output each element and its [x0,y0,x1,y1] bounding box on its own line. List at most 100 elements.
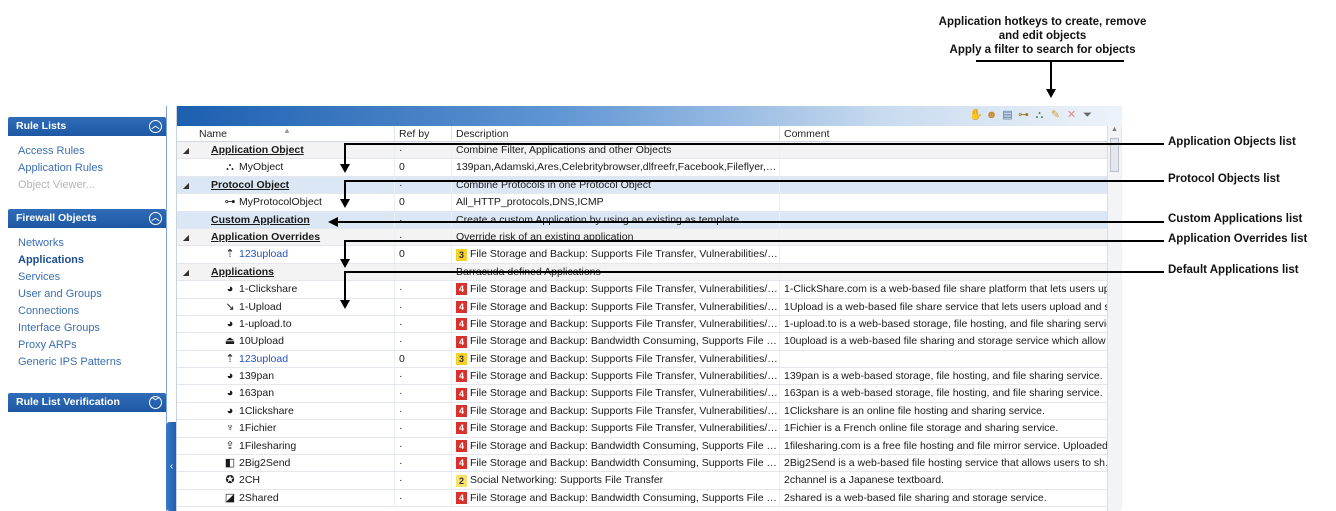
scroll-thumb[interactable] [1110,138,1119,172]
app-icon: ♆ [225,422,235,435]
expand-arrow-icon[interactable]: ◢ [177,229,195,245]
group-row[interactable]: ◢ Application Overrides · Override risk of … [177,228,1122,247]
row-gutter [177,281,195,297]
app-icon: ◧ [224,457,236,470]
new-object-icon[interactable]: ✋ [969,109,983,122]
column-header-description[interactable]: Description [452,126,780,141]
table-row[interactable]: ⛬ MyObject 0 139pan,Adamski,Ares,Celebrityb… [177,159,1122,177]
app-icon: ↘ [225,300,235,313]
table-row[interactable]: ↘ 1-Upload · 4 File Storage and Backup: Supp… [177,298,1122,316]
row-gutter [177,351,195,367]
filter-icon[interactable]: ⏷ [1081,109,1094,122]
table-row[interactable]: ⊶ MyProtocolObject 0 All_HTTP_protocols,DNS… [177,194,1122,212]
name-cell: ⇪ 1Filesharing [195,437,395,455]
column-header-comment[interactable]: Comment [780,126,1122,141]
description-cell: 3 File Storage and Backup: Supports File … [452,350,780,368]
expand-arrow-icon[interactable]: ◢ [177,177,195,193]
group-row[interactable]: Custom Application · Create a custom Appli… [177,211,1122,229]
sidebar-item-applications[interactable]: Applications [18,252,166,269]
description-text: Barracuda defined Applications [456,265,601,278]
risk-badge: 4 [456,335,467,348]
group-row[interactable]: ◢ Protocol Object · Combine Protocols in on… [177,176,1122,195]
table-row[interactable]: ♆ 1Fichier · 4 File Storage and Backup: Supp… [177,420,1122,438]
comment-cell: 1Clickshare is an online file hosting an… [780,402,1122,420]
sidebar-item-services[interactable]: Services [18,269,166,286]
name-cell: ◕ 1-Clickshare [195,281,395,298]
sidebar-item-interface-groups[interactable]: Interface Groups [18,320,166,337]
table-row[interactable]: ⇡ 123upload 0 3 File Storage and Backup: Sup… [177,246,1122,264]
app-icon: ⇡ [225,352,235,365]
table-row[interactable]: ◧ 2Big2Send · 4 File Storage and Backup: Ban… [177,455,1122,473]
table-row[interactable]: ◕ 1-upload.to · 4 File Storage and Backup: S… [177,315,1122,334]
user-object-icon[interactable]: ☻ [985,109,998,122]
expand-down-icon[interactable]: ﹀ [149,396,162,409]
sidebar-item-access-rules[interactable]: Access Rules [18,143,166,160]
callout-line: Apply a filter to search for objects [949,44,1136,56]
name-text: Application Object [211,144,304,156]
app-icon: ◕ [226,317,234,330]
rule-list-verification-header[interactable]: Rule List Verification ﹀ [8,393,166,412]
table-icon[interactable]: ▤ [1001,109,1014,122]
rule-lists-header[interactable]: Rule Lists ︿ [8,117,166,136]
table-row[interactable]: ⇡ 123upload 0 3 File Storage and Backup: Sup… [177,350,1122,369]
collapse-up-icon[interactable]: ︿ [149,212,162,225]
expand-arrow-icon[interactable] [177,212,195,228]
collapse-up-icon[interactable]: ︿ [149,120,162,133]
vertical-scrollbar[interactable]: ▲ [1107,126,1121,511]
name-cell: Applications [195,263,395,281]
description-text: File Storage and Backup: Supports File T… [470,283,780,296]
column-header-name[interactable]: Name [195,126,395,141]
sidebar-item-proxy-arps[interactable]: Proxy ARPs [18,337,166,354]
table-row[interactable]: ⇪ 1Filesharing · 4 File Storage and Backup: … [177,437,1122,456]
expand-arrow-icon[interactable]: ◢ [177,264,195,280]
table-row[interactable]: ⏏ 10Upload · 4 File Storage and Backup: Band… [177,333,1122,351]
description-cell: 4 File Storage and Backup: Bandwidth Cons… [452,333,780,350]
scroll-up-icon[interactable]: ▲ [1111,126,1118,133]
table-row[interactable]: ◕ 1-Clickshare · 4 File Storage and Backup: … [177,281,1122,299]
table-row[interactable]: ◕ 1Clickshare · 4 File Storage and Backup: S… [177,402,1122,421]
name-text: Protocol Object [211,178,290,191]
name-cell: ◕ 1-upload.to [195,315,395,333]
edit-pencil-icon[interactable]: ✎ [1049,109,1062,122]
expand-arrow-icon[interactable]: ◢ [177,142,195,158]
application-hotkeys-toolbar: ✋ ☻ ▤ ⊶ ⛬ ✎ ✕ ⏷ [969,109,1094,122]
callout-arrow-head [1046,89,1056,98]
firewall-objects-header[interactable]: Firewall Objects ︿ [8,209,166,228]
sort-ascending-icon: ▲ [283,126,291,135]
description-text: Combine Filter, Applications and other O… [456,144,672,156]
name-text: 1Fichier [239,422,277,435]
name-text: 1-Clickshare [239,283,298,296]
hotkeys-callout: Application hotkeys to create, remove an… [890,15,1195,57]
app-icon: ⏏ [224,335,236,348]
sidebar-item-application-rules[interactable]: Application Rules [18,160,166,177]
group-icon[interactable]: ⛬ [1033,109,1046,122]
name-text: 1Filesharing [239,439,297,452]
table-row[interactable]: ✪ 2CH · 2 Social Networking: Supports File T… [177,472,1122,490]
sidebar-item-generic-ips-patterns[interactable]: Generic IPS Patterns [18,354,166,371]
sidebar-item-connections[interactable]: Connections [18,303,166,320]
table-row[interactable]: ◕ 163pan · 4 File Storage and Backup: Suppor… [177,385,1122,403]
comment-cell [780,350,1122,368]
description-text: File Storage and Backup: Supports File T… [470,404,780,417]
app-icon: ⊶ [224,196,236,209]
comment-cell: 2shared is a web-based file sharing and … [780,489,1122,507]
risk-badge: 4 [456,439,467,452]
name-cell: ◕ 163pan [195,385,395,402]
name-text: 123upload [239,352,289,365]
custom-apps-callout: Custom Applications list [1168,213,1303,225]
table-row[interactable]: ◕ 139pan · 4 File Storage and Backup: Suppor… [177,368,1122,386]
column-header-ref-by[interactable]: Ref by [395,126,452,141]
group-row[interactable]: ◢ Applications · Barracuda defined Applicat… [177,263,1122,282]
group-row[interactable]: ◢ Application Object · Combine Filter, Appl… [177,142,1122,160]
comment-cell: 10upload is a web-based file sharing and… [780,333,1122,350]
grid-rows: ◢ Application Object · Combine Filter, Appl… [177,142,1122,508]
name-text: 10Upload [239,335,284,348]
sidebar-item-user-and-groups[interactable]: User and Groups [18,286,166,303]
comment-cell: 2channel is a Japanese textboard. [780,472,1122,489]
name-cell: ◪ 2Shared [195,489,395,507]
row-gutter [177,420,195,436]
protocol-icon[interactable]: ⊶ [1017,109,1030,122]
sidebar-item-networks[interactable]: Networks [18,235,166,252]
table-row[interactable]: ◪ 2Shared · 4 File Storage and Backup: Bandw… [177,489,1122,508]
remove-x-icon[interactable]: ✕ [1065,109,1078,122]
